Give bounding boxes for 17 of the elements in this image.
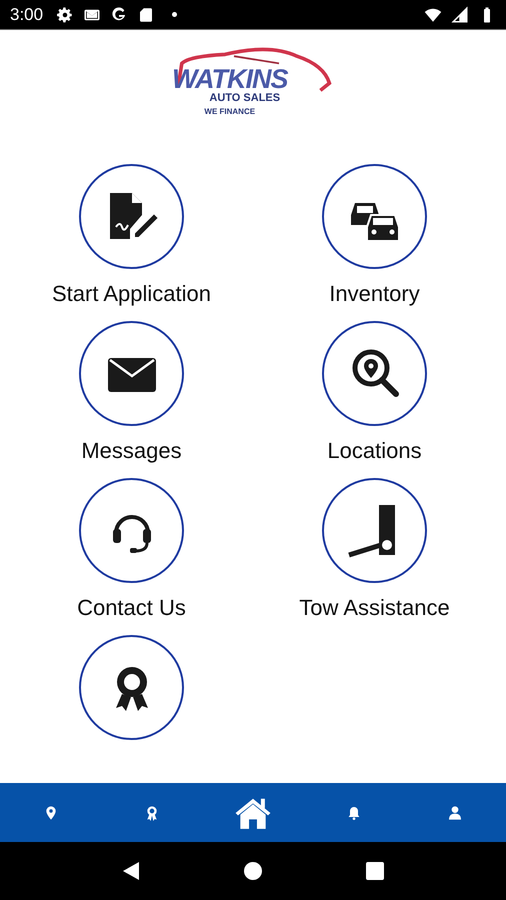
logo-subtitle: AUTO SALES [209,92,280,104]
menu-tile-label: Messages [81,438,182,464]
logo-tagline: WE FINANCE [204,107,256,116]
back-button[interactable] [121,861,141,881]
settings-icon [56,6,74,24]
home-button[interactable] [243,861,263,881]
wifi-icon [424,6,442,24]
menu-tile-label: Inventory [329,281,420,307]
recent-apps-button[interactable] [365,861,385,881]
menu-tile-label: Contact Us [77,595,186,621]
menu-tile-label: Locations [327,438,422,464]
menu-tile-label: Start Application [52,281,211,307]
menu-tile-label: Tow Assistance [299,595,450,621]
person-icon [447,804,464,820]
status-time: 3:00 [10,4,44,24]
notification-dot-icon [172,12,178,17]
signal-icon [451,6,469,24]
